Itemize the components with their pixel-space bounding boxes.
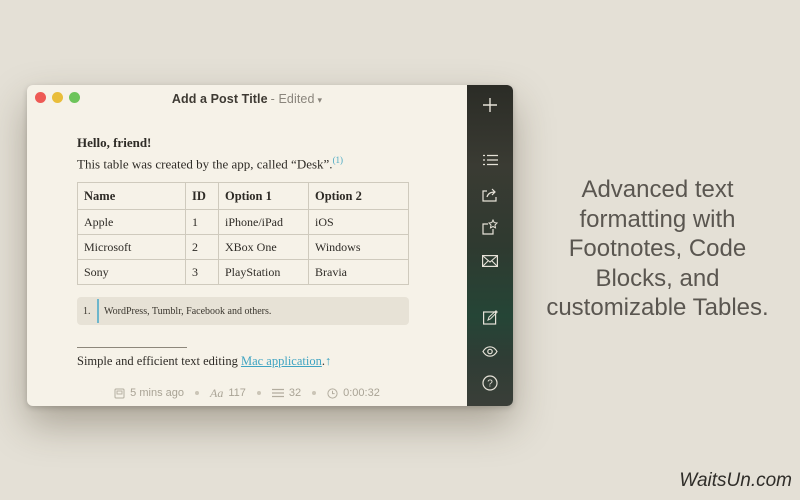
table-cell: Sony [77,259,186,286]
table-cell: Windows [308,234,409,261]
line-count[interactable]: 32 [271,387,302,399]
back-to-reference-icon[interactable]: ↑ [325,354,331,368]
table-header-cell: Name [77,182,186,211]
document-icon [114,388,125,399]
feature-tagline: Advanced text formatting with Footnotes,… [546,176,769,321]
font-icon: Aa [209,385,224,400]
footnote-reference[interactable]: (1) [333,155,344,165]
table-row: Sony 3 PlayStation Bravia [77,259,409,286]
table-cell: Bravia [308,259,409,286]
timer-value: 0:00:32 [343,387,380,399]
status-bar: 5 mins ago Aa 117 32 0:00:32 [27,385,467,401]
lines-icon [271,388,284,398]
publish-icon[interactable] [480,217,500,237]
clock-icon [327,387,338,399]
character-count[interactable]: Aa 117 [210,386,246,401]
footnote-bar [97,299,99,324]
zoom-button[interactable] [69,92,80,103]
table-cell: Apple [77,209,186,236]
closing-text: Simple and efficient text editing [77,354,241,369]
watermark: WaitsUn.com [679,470,792,491]
post-title: Add a Post Title [171,92,268,106]
table-cell: iPhone/iPad [218,209,309,236]
mail-icon[interactable] [480,251,500,271]
share-icon[interactable] [480,184,500,204]
table-header-cell: Option 2 [308,182,409,211]
edited-status: - Edited [270,92,315,106]
footnote-block: 1. WordPress, Tumblr, Facebook and other… [77,297,409,326]
editor-window: Add a Post Title - Edited ▾ Hello, friend!… [27,85,513,406]
data-table: Name ID Option 1 Option 2 Apple 1 iPhone… [77,182,409,286]
list-icon[interactable] [480,150,500,170]
time-ago: 5 mins ago [130,387,184,399]
table-cell: Microsoft [77,234,186,261]
window-title[interactable]: Add a Post Title - Edited ▾ [172,92,322,106]
chevron-down-icon[interactable]: ▾ [318,95,323,105]
footnote-number: 1. [83,306,91,318]
char-count-value: 117 [228,387,246,399]
footnote-text: WordPress, Tumblr, Facebook and others. [104,306,272,318]
help-icon[interactable]: ? [480,373,500,393]
title-bar: Add a Post Title - Edited ▾ [27,85,467,113]
sidebar: ? [467,85,513,406]
window-controls [35,92,80,103]
closing-paragraph: Simple and efficient text editing Mac ap… [77,354,417,369]
footnote-divider [77,347,187,349]
intro-paragraph: This table was created by the app, calle… [77,155,417,172]
intro-text: This table was created by the app, calle… [77,156,333,172]
separator-dot [312,391,317,395]
document-body[interactable]: Hello, friend! This table was created by… [77,135,417,369]
table-cell: 1 [185,209,219,236]
greeting-heading: Hello, friend! [77,135,152,150]
line-count-value: 32 [288,387,302,399]
separator-dot [256,391,261,395]
table-cell: 2 [185,234,219,261]
table-cell: XBox One [218,234,309,261]
saved-time: 5 mins ago [114,387,184,399]
table-cell: 3 [185,259,219,286]
minimize-button[interactable] [52,92,63,103]
plus-icon[interactable] [480,95,500,115]
edit-icon[interactable] [480,307,500,327]
table-header-row: Name ID Option 1 Option 2 [77,182,409,211]
table-cell: PlayStation [218,259,309,286]
writing-timer[interactable]: 0:00:32 [327,387,380,399]
table-cell: iOS [308,209,409,236]
separator-dot [194,391,199,395]
mac-application-link[interactable]: Mac application [241,354,322,368]
table-header-cell: Option 1 [218,182,309,211]
table-header-cell: ID [185,182,219,211]
table-row: Microsoft 2 XBox One Windows [77,234,409,261]
close-button[interactable] [35,92,46,103]
eye-icon[interactable] [480,341,500,361]
svg-text:?: ? [487,379,493,390]
table-row: Apple 1 iPhone/iPad iOS [77,209,409,236]
